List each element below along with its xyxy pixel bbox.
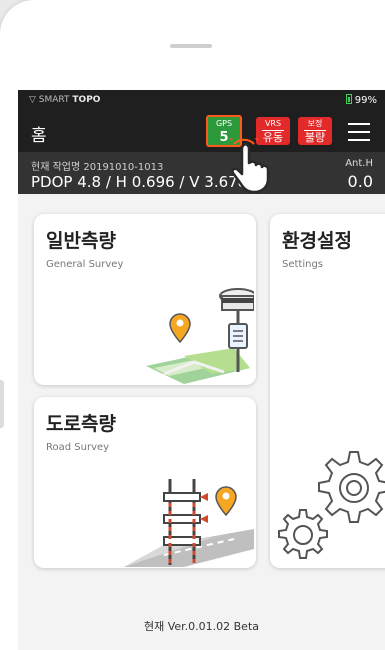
app-screen: ▽ SMART TOPO 99% 홈 GPS 5 VRS 유동 보정 불량 현재…: [18, 90, 385, 650]
battery-icon: [345, 94, 352, 104]
app-version: 현재 Ver.0.01.02 Beta: [143, 620, 260, 633]
general-survey-card[interactable]: 일반측량 General Survey: [34, 214, 256, 385]
tap-hand-icon: [229, 138, 270, 194]
battery-status: 99%: [345, 94, 377, 106]
brand-text: SMART TOPO: [38, 95, 101, 105]
gnss-receiver-map-icon: [146, 288, 254, 384]
phone-side-button: [0, 380, 4, 428]
settings-subtitle: Settings: [282, 259, 324, 270]
road-survey-card[interactable]: 도로측량 Road Survey: [34, 397, 256, 568]
settings-title: 환경설정: [282, 230, 352, 252]
antenna-height-label: Ant.H: [345, 158, 373, 169]
general-survey-title: 일반측량: [46, 230, 116, 252]
brand-label: ▽ SMART TOPO: [29, 95, 100, 105]
app-bar: 홈 GPS 5 VRS 유동 보정 불량: [18, 112, 385, 152]
hamburger-menu-icon[interactable]: [348, 123, 370, 141]
road-survey-title: 도로측량: [46, 413, 116, 435]
road-survey-subtitle: Road Survey: [46, 442, 110, 453]
road-stake-icon: [124, 479, 254, 567]
correction-status-button[interactable]: 보정 불량: [298, 117, 332, 145]
gears-icon: [278, 451, 385, 559]
settings-card[interactable]: 환경설정 Settings: [270, 214, 385, 568]
dop-readout: PDOP 4.8 / H 0.696 / V 3.678: [31, 173, 248, 191]
main-content: 일반측량 General Survey 도로측량 Road Survey 환경설…: [18, 194, 385, 650]
antenna-height-value[interactable]: 0.0: [348, 172, 373, 191]
phone-speaker: [170, 44, 212, 48]
signal-icon: ▽: [29, 95, 36, 105]
info-bar: 현재 작업명 20191010-1013 PDOP 4.8 / H 0.696 …: [18, 152, 385, 194]
job-name: 현재 작업명 20191010-1013: [31, 162, 164, 173]
phone-frame: ▽ SMART TOPO 99% 홈 GPS 5 VRS 유동 보정 불량 현재…: [0, 0, 385, 650]
page-title: 홈: [31, 126, 47, 146]
status-bar: ▽ SMART TOPO 99%: [18, 90, 385, 112]
general-survey-subtitle: General Survey: [46, 259, 124, 270]
